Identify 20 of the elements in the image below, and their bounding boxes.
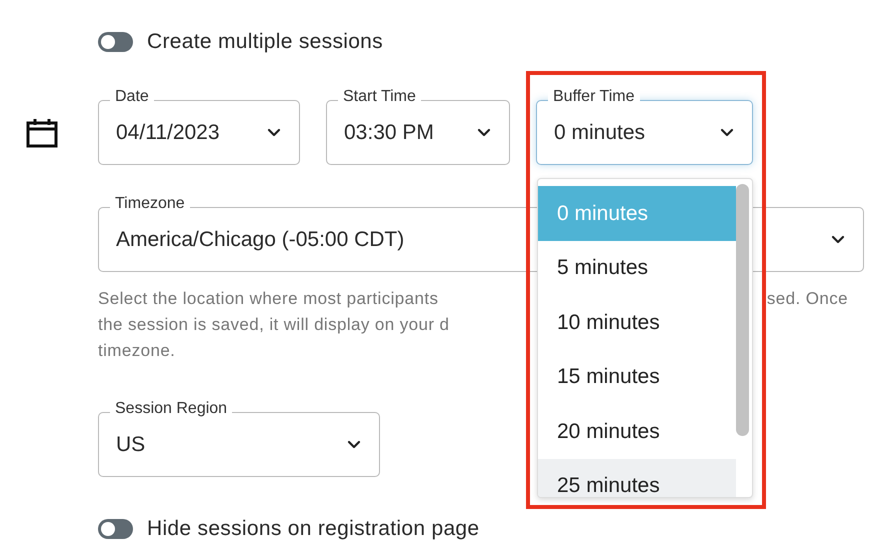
toggle-label: Create multiple sessions <box>147 29 383 56</box>
help-text: Select the location where most participants <box>98 288 438 310</box>
help-text: timezone. <box>98 340 176 362</box>
dropdown-option[interactable]: 15 minutes <box>538 350 736 404</box>
dropdown-option[interactable]: 20 minutes <box>538 404 736 458</box>
dropdown-option[interactable]: 25 minutes <box>538 458 736 497</box>
chevron-icon <box>267 128 281 137</box>
scrollbar-thumb[interactable] <box>736 184 749 436</box>
toggle-switch[interactable] <box>98 519 133 539</box>
chevron-icon <box>831 235 845 244</box>
calendar-icon <box>26 118 58 148</box>
chevron-icon <box>720 128 734 137</box>
chevron-icon <box>477 128 491 137</box>
toggle-label: Hide sessions on registration page <box>147 516 480 542</box>
field-label: Session Region <box>110 399 232 419</box>
toggle-switch[interactable] <box>98 32 133 52</box>
chevron-icon <box>347 440 361 449</box>
help-text: sed. Once <box>766 288 848 310</box>
dropdown-option[interactable]: 10 minutes <box>538 295 736 350</box>
help-text: the session is saved, it will display on your d <box>98 314 450 336</box>
